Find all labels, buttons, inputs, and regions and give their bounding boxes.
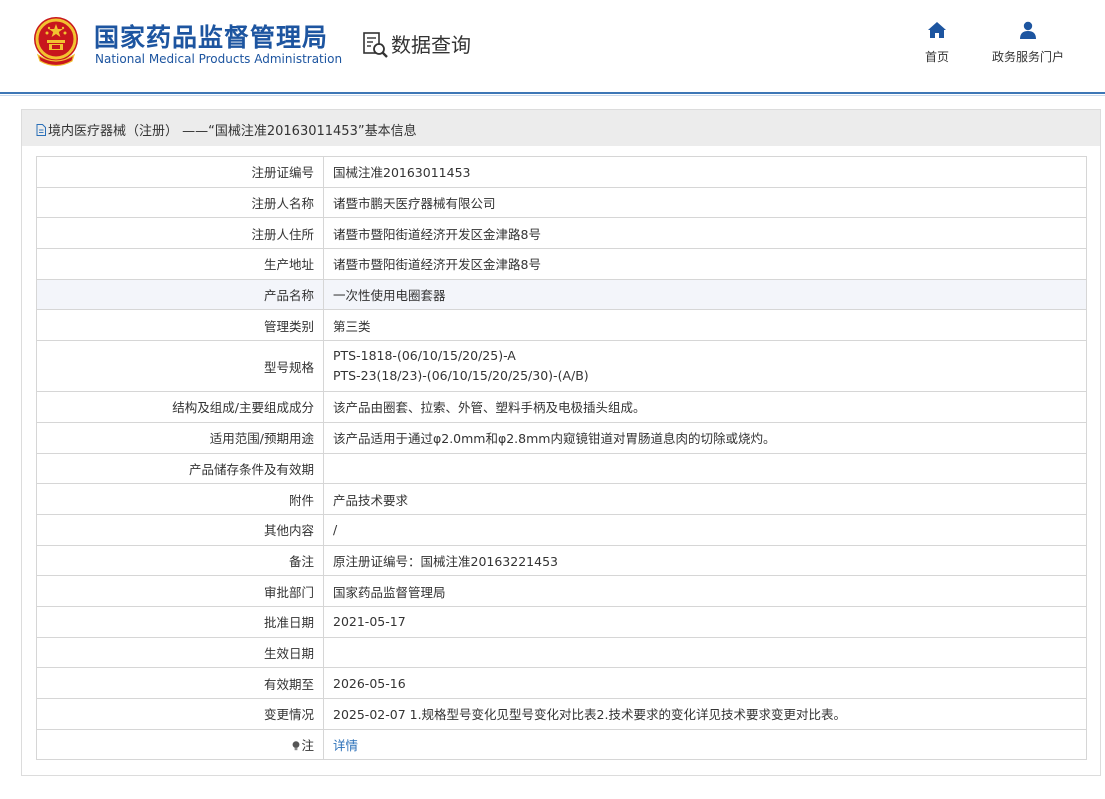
table-row: 注册证编号 国械注准20163011453	[36, 156, 1087, 188]
table-row: 生产地址 诸暨市暨阳街道经济开发区金津路8号	[36, 248, 1087, 280]
field-value: 原注册证编号：国械注准20163221453	[323, 544, 1087, 577]
field-value: 第三类	[323, 309, 1087, 342]
field-value: 诸暨市暨阳街道经济开发区金津路8号	[323, 217, 1087, 250]
nav-gov-service-portal-link[interactable]: 政务服务门户	[985, 20, 1071, 70]
field-value	[323, 452, 1087, 485]
field-value: PTS-1818-(06/10/15/20/25)-A PTS-23(18/23…	[323, 340, 1087, 393]
field-value: 2025-02-07 1.规格型号变化见型号变化对比表2.技术要求的变化详见技术…	[323, 698, 1087, 730]
panel-header: 境内医疗器械（注册） ——“国械注准20163011453”基本信息	[22, 110, 1100, 146]
field-value: 2026-05-16	[323, 667, 1087, 699]
table-row: 产品名称 一次性使用电圈套器	[36, 278, 1087, 311]
field-label: 注册人名称	[36, 186, 324, 219]
table-row: 产品储存条件及有效期	[36, 452, 1087, 485]
header-divider	[0, 92, 1105, 94]
table-row: 生效日期	[36, 636, 1087, 669]
header-divider-thin	[0, 95, 1105, 96]
home-icon	[928, 22, 946, 38]
field-label: 批准日期	[36, 605, 324, 638]
table-row: 注 详情	[36, 728, 1087, 761]
field-label: 适用范围/预期用途	[36, 421, 324, 454]
field-value: 诸暨市鹏天医疗器械有限公司	[323, 186, 1087, 219]
table-row: 有效期至 2026-05-16	[36, 667, 1087, 699]
details-link[interactable]: 详情	[333, 738, 358, 753]
table-row: 其他内容 /	[36, 513, 1087, 546]
field-label: 注册证编号	[36, 156, 324, 188]
table-row: 备注 原注册证编号：国械注准20163221453	[36, 544, 1087, 577]
model-spec-line: PTS-1818-(06/10/15/20/25)-A	[333, 348, 516, 364]
table-row: 适用范围/预期用途 该产品适用于通过φ2.0mm和φ2.8mm内窥镜钳道对胃肠道…	[36, 421, 1087, 454]
agency-name-cn: 国家药品监督管理局	[94, 23, 329, 52]
device-info-panel: 境内医疗器械（注册） ——“国械注准20163011453”基本信息 注册证编号…	[21, 109, 1101, 776]
field-value: 2021-05-17	[323, 605, 1087, 638]
field-label: 备注	[36, 544, 324, 577]
field-value: 该产品由圈套、拉索、外管、塑料手柄及电极插头组成。	[323, 391, 1087, 423]
field-value: 该产品适用于通过φ2.0mm和φ2.8mm内窥镜钳道对胃肠道息肉的切除或烧灼。	[323, 421, 1087, 454]
note-label: 注	[301, 738, 314, 754]
agency-name-en: National Medical Products Administration	[95, 52, 343, 66]
field-label: 附件	[36, 483, 324, 515]
field-value: 诸暨市暨阳街道经济开发区金津路8号	[323, 248, 1087, 280]
field-value: 国家药品监督管理局	[323, 575, 1087, 607]
table-row: 批准日期 2021-05-17	[36, 605, 1087, 638]
site-header: 国家药品监督管理局 National Medical Products Admi…	[0, 0, 1105, 92]
field-value: 产品技术要求	[323, 483, 1087, 515]
field-value: 详情	[323, 728, 1087, 761]
table-row: 注册人住所 诸暨市暨阳街道经济开发区金津路8号	[36, 217, 1087, 250]
field-label: 管理类别	[36, 309, 324, 342]
field-label: 审批部门	[36, 575, 324, 607]
field-value: 国械注准20163011453	[323, 156, 1087, 188]
table-row: 注册人名称 诸暨市鹏天医疗器械有限公司	[36, 186, 1087, 219]
model-spec-line: PTS-23(18/23)-(06/10/15/20/25/30)-(A/B)	[333, 368, 589, 384]
document-icon	[36, 124, 46, 136]
field-label: 注	[36, 728, 324, 761]
field-label: 型号规格	[36, 340, 324, 393]
panel-title: 境内医疗器械（注册） ——“国械注准20163011453”基本信息	[36, 120, 417, 139]
table-row: 附件 产品技术要求	[36, 483, 1087, 515]
panel-title-text: 境内医疗器械（注册） ——“国械注准20163011453”基本信息	[48, 124, 417, 139]
field-value: 一次性使用电圈套器	[323, 278, 1087, 311]
table-row: 管理类别 第三类	[36, 309, 1087, 342]
field-value	[323, 636, 1087, 669]
field-label: 其他内容	[36, 513, 324, 546]
device-info-table: 注册证编号 国械注准20163011453 注册人名称 诸暨市鹏天医疗器械有限公…	[36, 156, 1087, 761]
table-row: 结构及组成/主要组成成分 该产品由圈套、拉索、外管、塑料手柄及电极插头组成。	[36, 391, 1087, 423]
data-query-icon	[363, 32, 388, 58]
national-emblem-icon	[34, 17, 78, 67]
data-query-title: 数据查询	[391, 33, 471, 57]
field-value: /	[323, 513, 1087, 546]
field-label: 变更情况	[36, 698, 324, 730]
field-label: 生效日期	[36, 636, 324, 669]
nav-home-label: 首页	[924, 50, 949, 64]
table-row: 型号规格 PTS-1818-(06/10/15/20/25)-A PTS-23(…	[36, 340, 1087, 393]
field-label: 有效期至	[36, 667, 324, 699]
nav-portal-label: 政务服务门户	[991, 50, 1064, 64]
bulb-icon	[293, 741, 300, 751]
field-label: 注册人住所	[36, 217, 324, 250]
field-label: 结构及组成/主要组成成分	[36, 391, 324, 423]
user-icon	[1020, 21, 1036, 39]
table-row: 变更情况 2025-02-07 1.规格型号变化见型号变化对比表2.技术要求的变…	[36, 698, 1087, 730]
field-label: 生产地址	[36, 248, 324, 280]
field-label: 产品储存条件及有效期	[36, 452, 324, 485]
table-row: 审批部门 国家药品监督管理局	[36, 575, 1087, 607]
nav-home-link[interactable]: 首页	[912, 20, 962, 70]
field-label: 产品名称	[36, 278, 324, 311]
